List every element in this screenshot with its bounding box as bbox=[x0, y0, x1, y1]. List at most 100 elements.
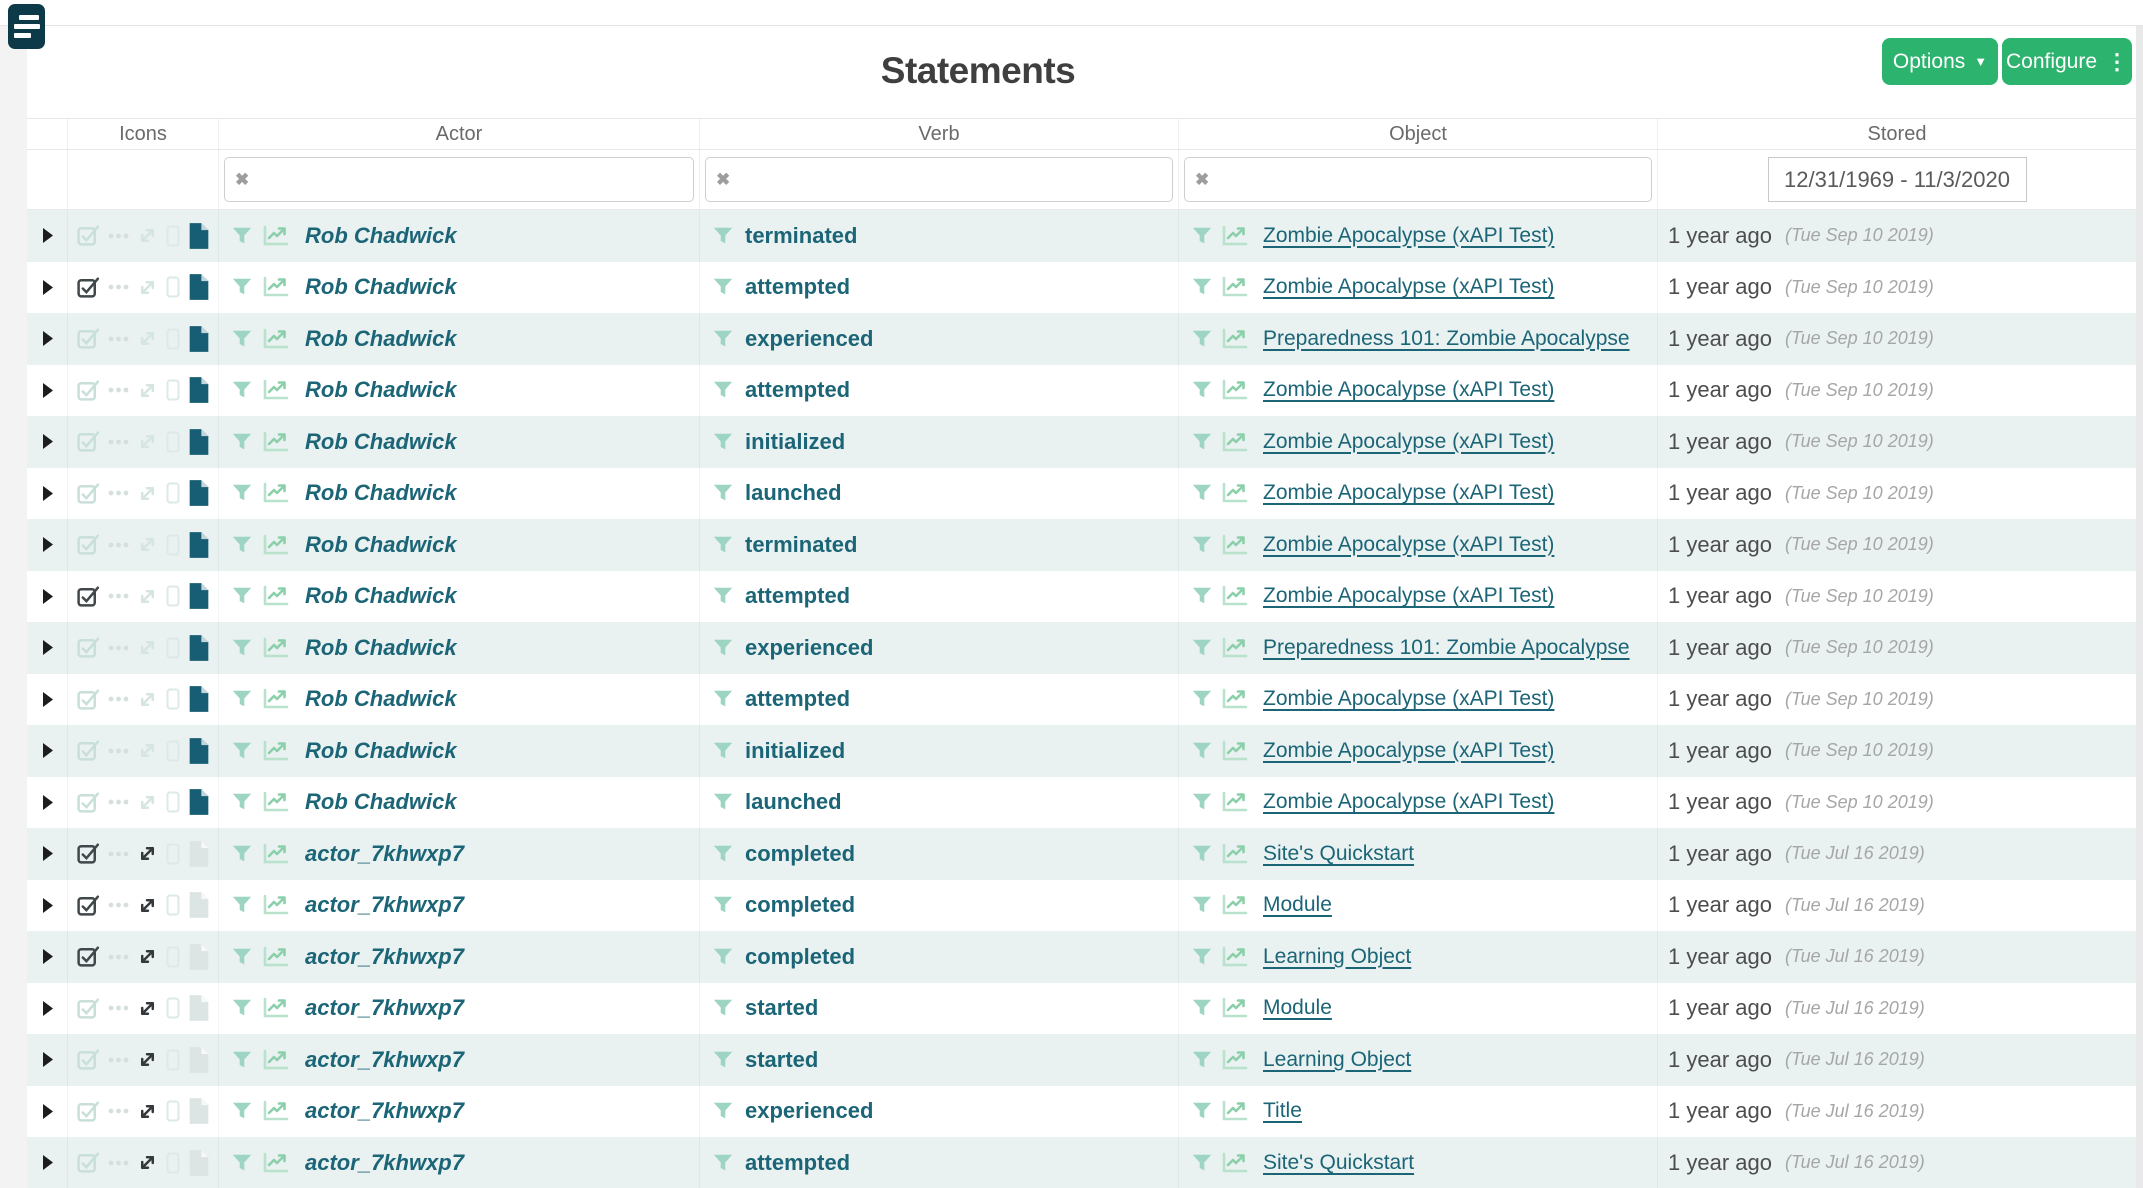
expand-arrows-icon[interactable] bbox=[136, 276, 159, 299]
expand-row-button[interactable] bbox=[42, 1104, 53, 1119]
table-row[interactable]: actor_7khwxp7 experienced Title 1 year a… bbox=[27, 1086, 2136, 1138]
chart-trend-icon[interactable] bbox=[1220, 326, 1250, 352]
table-row[interactable]: actor_7khwxp7 completed Module 1 year ag… bbox=[27, 880, 2136, 932]
chart-trend-icon[interactable] bbox=[261, 841, 291, 867]
mobile-icon[interactable] bbox=[166, 740, 180, 762]
document-icon[interactable] bbox=[187, 994, 211, 1022]
mobile-icon[interactable] bbox=[166, 637, 180, 659]
filter-funnel-icon[interactable] bbox=[231, 997, 253, 1019]
chart-trend-icon[interactable] bbox=[261, 583, 291, 609]
expand-arrows-icon[interactable] bbox=[136, 894, 159, 917]
object-link[interactable]: Zombie Apocalypse (xAPI Test) bbox=[1263, 687, 1554, 711]
expand-row-button[interactable] bbox=[42, 846, 53, 861]
object-link[interactable]: Zombie Apocalypse (xAPI Test) bbox=[1263, 275, 1554, 299]
select-checkbox-icon[interactable] bbox=[76, 944, 101, 969]
mobile-icon[interactable] bbox=[166, 534, 180, 556]
expand-arrows-icon[interactable] bbox=[136, 482, 159, 505]
chart-trend-icon[interactable] bbox=[1220, 480, 1250, 506]
filter-funnel-icon[interactable] bbox=[231, 740, 253, 762]
mobile-icon[interactable] bbox=[166, 1049, 180, 1071]
actor-name[interactable]: Rob Chadwick bbox=[305, 274, 457, 300]
chart-trend-icon[interactable] bbox=[261, 635, 291, 661]
document-icon[interactable] bbox=[187, 1149, 211, 1177]
object-link[interactable]: Site's Quickstart bbox=[1263, 842, 1414, 866]
table-row[interactable]: actor_7khwxp7 completed Learning Object … bbox=[27, 931, 2136, 983]
select-checkbox-icon[interactable] bbox=[76, 996, 101, 1021]
filter-funnel-icon[interactable] bbox=[712, 688, 734, 710]
mobile-icon[interactable] bbox=[166, 482, 180, 504]
filter-funnel-icon[interactable] bbox=[712, 276, 734, 298]
filter-funnel-icon[interactable] bbox=[1191, 688, 1213, 710]
ellipsis-icon[interactable] bbox=[108, 850, 129, 858]
select-checkbox-icon[interactable] bbox=[76, 1099, 101, 1124]
actor-name[interactable]: actor_7khwxp7 bbox=[305, 892, 464, 918]
document-icon[interactable] bbox=[187, 1046, 211, 1074]
filter-funnel-icon[interactable] bbox=[712, 997, 734, 1019]
select-checkbox-icon[interactable] bbox=[76, 687, 101, 712]
object-link[interactable]: Module bbox=[1263, 996, 1332, 1020]
options-button[interactable]: Options ▼ bbox=[1882, 38, 1998, 85]
expand-arrows-icon[interactable] bbox=[136, 1151, 159, 1174]
table-row[interactable]: Rob Chadwick experienced Preparedness 10… bbox=[27, 313, 2136, 365]
chart-trend-icon[interactable] bbox=[261, 995, 291, 1021]
verb-filter-input[interactable] bbox=[705, 157, 1173, 202]
select-checkbox-icon[interactable] bbox=[76, 893, 101, 918]
document-icon[interactable] bbox=[187, 737, 211, 765]
filter-funnel-icon[interactable] bbox=[1191, 225, 1213, 247]
actor-name[interactable]: Rob Chadwick bbox=[305, 532, 457, 558]
document-icon[interactable] bbox=[187, 788, 211, 816]
table-row[interactable]: actor_7khwxp7 attempted Site's Quickstar… bbox=[27, 1137, 2136, 1188]
mobile-icon[interactable] bbox=[166, 843, 180, 865]
actor-name[interactable]: actor_7khwxp7 bbox=[305, 944, 464, 970]
expand-arrows-icon[interactable] bbox=[136, 791, 159, 814]
select-checkbox-icon[interactable] bbox=[76, 326, 101, 351]
document-icon[interactable] bbox=[187, 840, 211, 868]
document-icon[interactable] bbox=[187, 891, 211, 919]
object-link[interactable]: Zombie Apocalypse (xAPI Test) bbox=[1263, 430, 1554, 454]
expand-row-button[interactable] bbox=[42, 1052, 53, 1067]
actor-name[interactable]: actor_7khwxp7 bbox=[305, 841, 464, 867]
filter-funnel-icon[interactable] bbox=[231, 585, 253, 607]
filter-funnel-icon[interactable] bbox=[712, 379, 734, 401]
select-checkbox-icon[interactable] bbox=[76, 1150, 101, 1175]
object-link[interactable]: Title bbox=[1263, 1099, 1302, 1123]
chart-trend-icon[interactable] bbox=[1220, 789, 1250, 815]
ellipsis-icon[interactable] bbox=[108, 283, 129, 291]
object-link[interactable]: Zombie Apocalypse (xAPI Test) bbox=[1263, 790, 1554, 814]
object-link[interactable]: Zombie Apocalypse (xAPI Test) bbox=[1263, 533, 1554, 557]
mobile-icon[interactable] bbox=[166, 276, 180, 298]
actor-name[interactable]: Rob Chadwick bbox=[305, 635, 457, 661]
expand-arrows-icon[interactable] bbox=[136, 945, 159, 968]
actor-name[interactable]: actor_7khwxp7 bbox=[305, 1047, 464, 1073]
filter-funnel-icon[interactable] bbox=[712, 843, 734, 865]
mobile-icon[interactable] bbox=[166, 894, 180, 916]
scrollbar[interactable] bbox=[2136, 26, 2143, 1188]
chart-trend-icon[interactable] bbox=[1220, 429, 1250, 455]
expand-row-button[interactable] bbox=[42, 331, 53, 346]
expand-arrows-icon[interactable] bbox=[136, 636, 159, 659]
filter-funnel-icon[interactable] bbox=[1191, 585, 1213, 607]
document-icon[interactable] bbox=[187, 222, 211, 250]
document-icon[interactable] bbox=[187, 582, 211, 610]
object-link[interactable]: Module bbox=[1263, 893, 1332, 917]
filter-funnel-icon[interactable] bbox=[231, 1049, 253, 1071]
filter-funnel-icon[interactable] bbox=[1191, 791, 1213, 813]
ellipsis-icon[interactable] bbox=[108, 438, 129, 446]
filter-funnel-icon[interactable] bbox=[231, 791, 253, 813]
actor-name[interactable]: actor_7khwxp7 bbox=[305, 1098, 464, 1124]
select-checkbox-icon[interactable] bbox=[76, 378, 101, 403]
chart-trend-icon[interactable] bbox=[261, 429, 291, 455]
select-checkbox-icon[interactable] bbox=[76, 584, 101, 609]
chart-trend-icon[interactable] bbox=[1220, 995, 1250, 1021]
chart-trend-icon[interactable] bbox=[1220, 738, 1250, 764]
ellipsis-icon[interactable] bbox=[108, 335, 129, 343]
table-row[interactable]: Rob Chadwick experienced Preparedness 10… bbox=[27, 622, 2136, 674]
chart-trend-icon[interactable] bbox=[1220, 1098, 1250, 1124]
mobile-icon[interactable] bbox=[166, 431, 180, 453]
table-row[interactable]: actor_7khwxp7 completed Site's Quickstar… bbox=[27, 828, 2136, 880]
filter-funnel-icon[interactable] bbox=[1191, 637, 1213, 659]
table-row[interactable]: Rob Chadwick initialized Zombie Apocalyp… bbox=[27, 416, 2136, 468]
chart-trend-icon[interactable] bbox=[261, 686, 291, 712]
expand-row-button[interactable] bbox=[42, 1155, 53, 1170]
table-row[interactable]: Rob Chadwick attempted Zombie Apocalypse… bbox=[27, 674, 2136, 726]
